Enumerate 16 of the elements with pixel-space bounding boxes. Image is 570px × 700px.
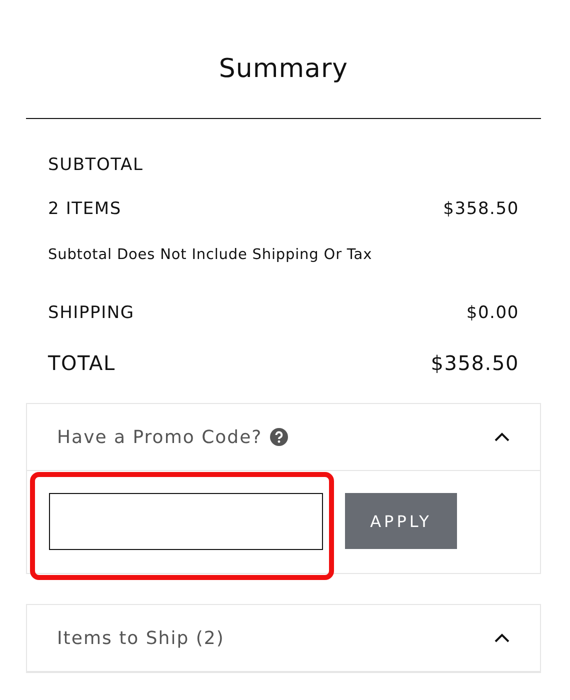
line-amount: $358.50 — [443, 199, 519, 219]
panel-title[interactable]: Have a Promo Code? — [57, 426, 262, 448]
chevron-up-icon[interactable] — [494, 633, 510, 643]
apply-button[interactable]: APPLY — [345, 493, 457, 549]
total-amount: $358.50 — [430, 351, 519, 375]
subtotal-heading: SUBTOTAL — [48, 155, 144, 175]
line-label: SHIPPING — [48, 303, 134, 323]
summary-title: Summary — [218, 53, 350, 86]
promo-code-field[interactable] — [49, 493, 323, 550]
line-label: 2 ITEMS — [48, 199, 122, 219]
chevron-up-icon[interactable] — [494, 432, 510, 442]
help-icon[interactable] — [270, 428, 288, 446]
line-amount: $0.00 — [466, 303, 519, 323]
total-label: TOTAL — [48, 351, 116, 375]
panel-title[interactable]: Items to Ship (2) — [57, 628, 224, 648]
subtotal-note: Subtotal Does Not Include Shipping Or Tax — [48, 247, 374, 263]
